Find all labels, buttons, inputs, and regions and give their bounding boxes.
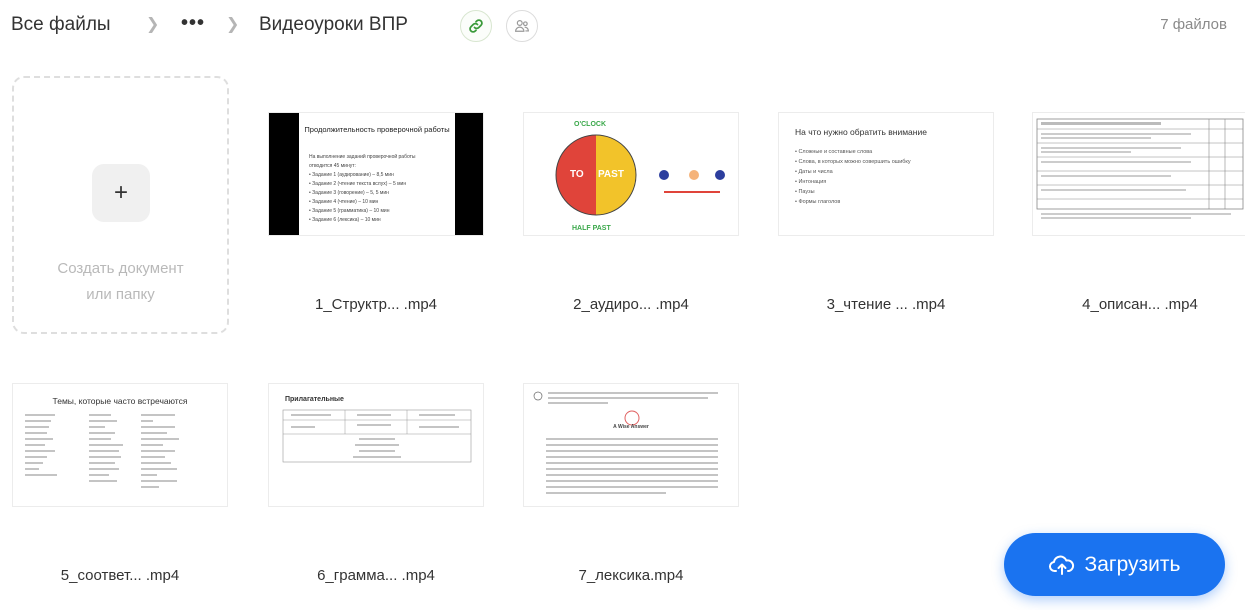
grammar-table (282, 409, 472, 463)
plus-icon[interactable]: + (92, 164, 150, 222)
chevron-right-icon: ❯ (226, 16, 240, 33)
slide-lines: • Сложные и составные слова • Слова, в к… (795, 147, 985, 207)
file-thumbnail[interactable]: Прилагательные (268, 383, 484, 507)
file-name[interactable]: 2_аудиро... .mp4 (523, 296, 739, 313)
file-name[interactable]: 6_грамма... .mp4 (268, 567, 484, 584)
clock-to-label: TO (570, 169, 584, 180)
create-document-tile[interactable]: + Создать документ или папку (12, 76, 229, 334)
create-label-line1: Создать документ (57, 260, 184, 277)
slide-line: • Паузы (795, 189, 815, 195)
clock-past-label: PAST (598, 169, 624, 180)
slide-title: На что нужно обратить внимание (795, 127, 927, 137)
slide-line: • Задание 6 (лексика) – 10 мин (309, 217, 381, 223)
share-button[interactable] (506, 10, 538, 42)
file-name[interactable]: 3_чтение ... .mp4 (778, 296, 994, 313)
upload-label: Загрузить (1084, 552, 1181, 576)
slide-line: • Сложные и составные слова (795, 149, 873, 155)
slide-title: A Wise Answer (613, 424, 649, 430)
more-icon[interactable]: ••• (181, 12, 205, 35)
slide-line: • Задание 5 (грамматика) – 10 мин (309, 208, 390, 214)
file-thumbnail[interactable] (1032, 112, 1245, 236)
link-button[interactable] (460, 10, 492, 42)
cloud-upload-icon (1048, 555, 1074, 575)
file-thumbnail[interactable]: На что нужно обратить внимание • Сложные… (778, 112, 994, 236)
file-name[interactable]: 1_Структр... .mp4 (268, 296, 484, 313)
create-label-line2: или папку (86, 286, 155, 303)
slide-line: • Задание 4 (чтение) – 10 мин (309, 199, 379, 205)
breadcrumb-root[interactable]: Все файлы (11, 14, 111, 36)
file-thumbnail[interactable]: Темы, которые часто встречаются (12, 383, 228, 507)
file-name[interactable]: 5_соответ... .mp4 (12, 567, 228, 584)
slide-line: На выполнение заданий проверочной работы (309, 154, 416, 160)
table-preview (1036, 118, 1244, 219)
slide-lines: На выполнение заданий проверочной работы… (309, 153, 449, 225)
create-label: Создать документ или папку (14, 256, 227, 308)
file-count: 7 файлов (1160, 16, 1227, 33)
slide-line: • Слова, в которых можно совершить ошибк… (795, 159, 911, 165)
breadcrumb-current-folder: Видеоуроки ВПР (259, 14, 408, 35)
slide-line: • Формы глаголов (795, 199, 841, 205)
share-users-icon (515, 20, 529, 32)
slide-line: • Интонация (795, 179, 827, 185)
slide-title: Темы, которые часто встречаются (52, 396, 188, 406)
slide-line: • Даты и числа (795, 169, 833, 175)
file-name[interactable]: 4_описан... .mp4 (1032, 296, 1245, 313)
slide-line: • Задание 2 (чтение текста вслух) – 5 ми… (309, 181, 407, 187)
slide-title: Прилагательные (285, 396, 344, 403)
header-bar: Все файлы ❯ ••• ❯ Видеоуроки ВПР 7 файло… (0, 0, 1245, 52)
slide-line: • Задание 3 (говорение) – 5, 5 мин (309, 190, 389, 196)
slide-area: Продолжительность проверочной работы На … (299, 113, 455, 235)
file-thumbnail[interactable]: O'CLOCK HALF PAST TO PAST (523, 112, 739, 236)
chevron-right-icon: ❯ (146, 16, 160, 33)
slide-line: • Задание 1 (аудирование) – 8,5 мин (309, 172, 394, 178)
clock-diagram (555, 134, 725, 216)
topic-columns (25, 414, 179, 488)
slide-title: Продолжительность проверочной работы (304, 125, 450, 134)
slide-line: отводится 45 минут: (309, 163, 356, 169)
text-document-preview (533, 391, 718, 494)
file-thumbnail[interactable]: A Wise Answer (523, 383, 739, 507)
clock-top-label: O'CLOCK (574, 121, 606, 128)
clock-bottom-label: HALF PAST (572, 225, 611, 232)
file-thumbnail[interactable]: Продолжительность проверочной работы На … (268, 112, 484, 236)
upload-button[interactable]: Загрузить (1004, 533, 1225, 596)
file-name[interactable]: 7_лексика.mp4 (523, 567, 739, 584)
link-icon (469, 19, 483, 33)
